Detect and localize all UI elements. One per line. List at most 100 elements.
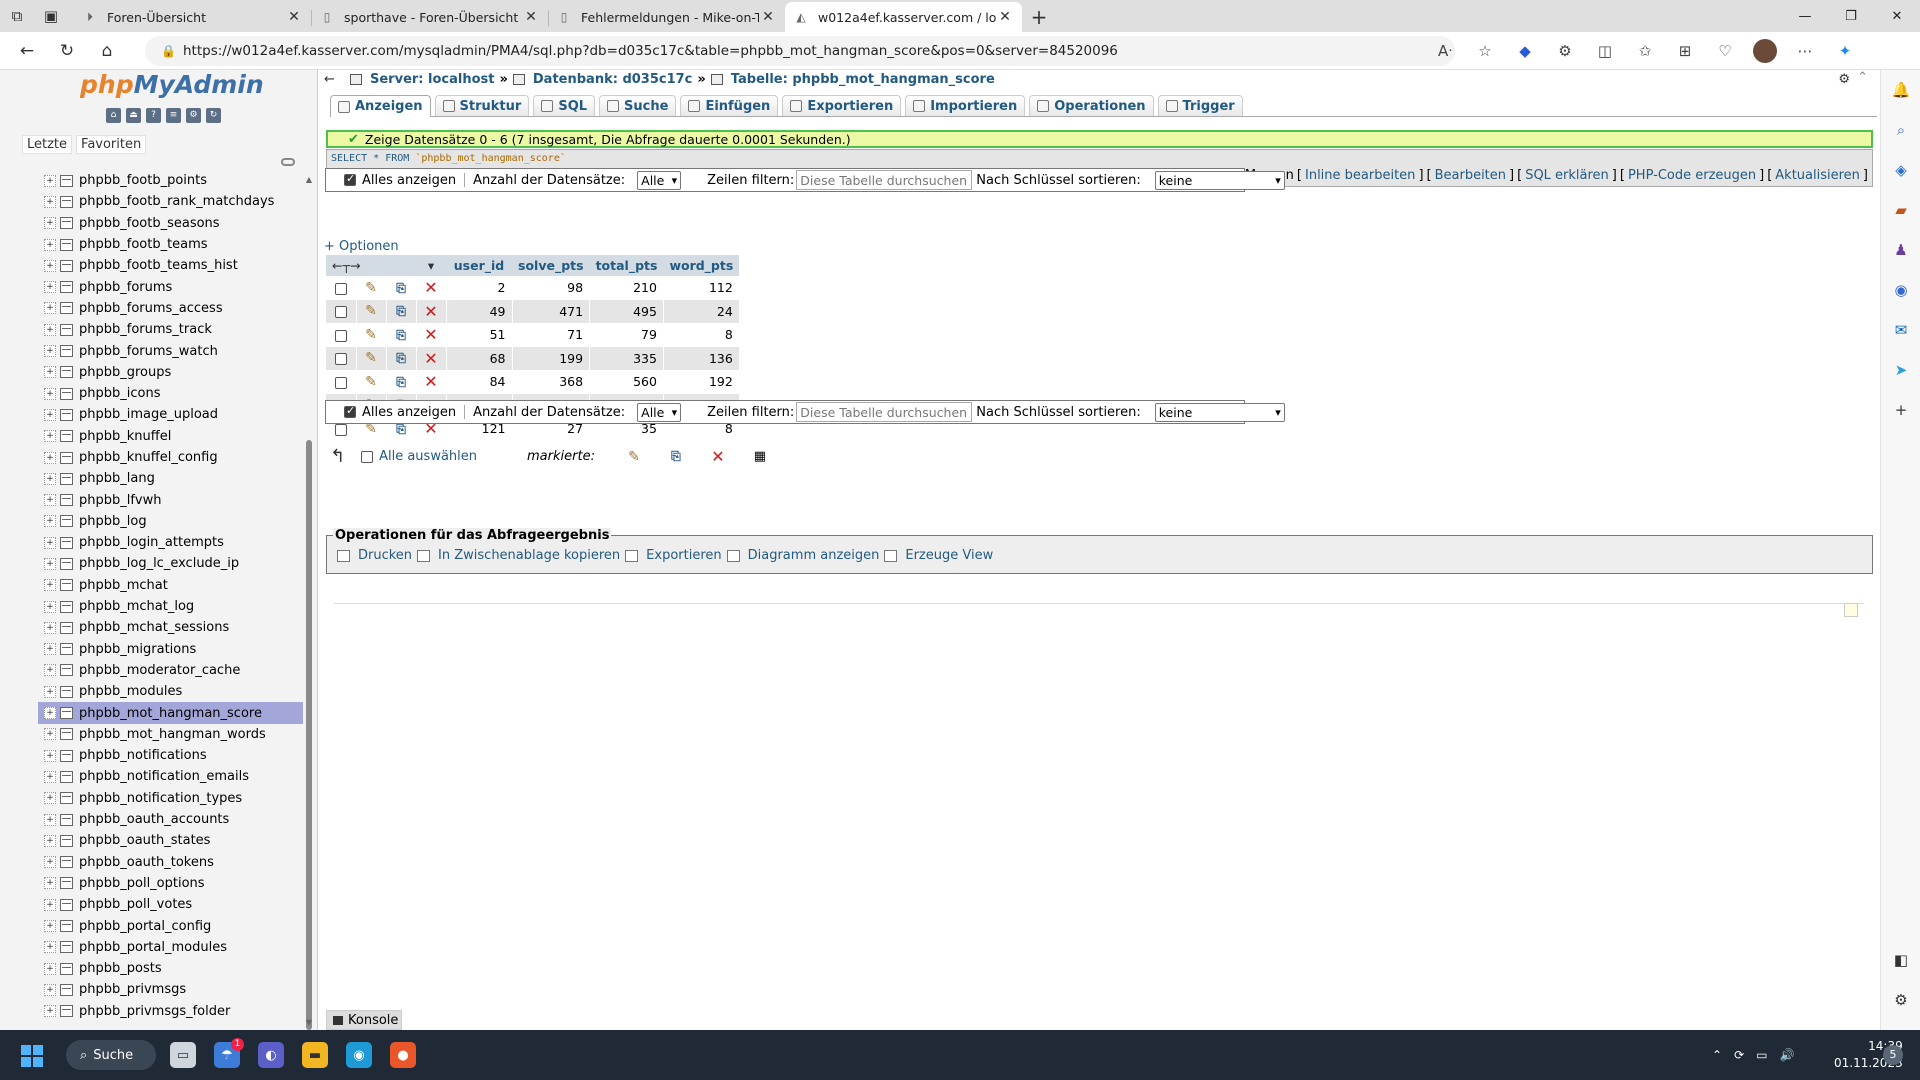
select-all-checkbox[interactable] xyxy=(361,450,374,463)
table-icon[interactable] xyxy=(60,962,73,975)
notification-count[interactable]: 5 xyxy=(1883,1045,1903,1065)
table-cell[interactable]: 49 xyxy=(446,299,513,323)
expand-icon[interactable]: + xyxy=(44,643,56,656)
expand-icon[interactable]: + xyxy=(44,898,56,911)
expand-icon[interactable]: + xyxy=(44,195,56,208)
search-icon[interactable]: ⌕ xyxy=(1881,110,1920,150)
table-icon[interactable] xyxy=(60,707,73,720)
expand-icon[interactable]: + xyxy=(44,664,56,677)
tree-table-item[interactable]: + phpbb_oauth_states xyxy=(38,830,303,851)
windows-start-icon[interactable] xyxy=(21,1045,43,1067)
tree-table-item[interactable]: + phpbb_image_upload xyxy=(38,404,303,425)
browser-tab[interactable]: ▯ Fehlermeldungen - Mike-on-Tou ✕ xyxy=(548,2,785,32)
tree-table-item[interactable]: + phpbb_oauth_accounts xyxy=(38,809,303,830)
table-cell[interactable]: 51 xyxy=(446,323,513,347)
expand-icon[interactable]: + xyxy=(44,707,56,720)
menu-tab[interactable]: Anzeigen xyxy=(330,95,431,117)
sql-query-text[interactable]: SELECT * FROM `phpbb_mot_hangman_score` xyxy=(331,153,566,164)
query-op-link[interactable]: SQL erklären xyxy=(1525,168,1609,183)
export-link[interactable]: Exportieren xyxy=(646,548,721,563)
expand-icon[interactable]: + xyxy=(44,579,56,592)
favorites-icon[interactable]: ✩ xyxy=(1625,32,1665,70)
menu-tab[interactable]: Exportieren xyxy=(782,95,902,116)
table-cell[interactable]: 112 xyxy=(663,276,740,300)
expand-icon[interactable]: + xyxy=(44,792,56,805)
table-icon[interactable] xyxy=(60,983,73,996)
delete-row-icon[interactable]: ✕ xyxy=(424,372,437,391)
breadcrumb-table[interactable]: Tabelle: phpbb_mot_hangman_score xyxy=(731,72,995,87)
tree-table-item[interactable]: + phpbb_notifications xyxy=(38,745,303,766)
expand-icon[interactable]: + xyxy=(44,302,56,315)
tree-table-item[interactable]: + phpbb_forums_access xyxy=(38,298,303,319)
table-icon[interactable] xyxy=(60,941,73,954)
tree-table-item[interactable]: + phpbb_mchat_log xyxy=(38,596,303,617)
table-icon[interactable] xyxy=(60,749,73,762)
tree-table-item[interactable]: + phpbb_moderator_cache xyxy=(38,660,303,681)
table-cell[interactable]: 192 xyxy=(663,370,740,394)
menu-tab[interactable]: Operationen xyxy=(1029,95,1154,116)
copilot-icon[interactable]: ✦ xyxy=(1825,32,1865,70)
table-icon[interactable] xyxy=(60,792,73,805)
expand-icon[interactable]: + xyxy=(44,536,56,549)
tray-overflow-icon[interactable]: ⌃ xyxy=(1712,1048,1722,1062)
tree-table-item[interactable]: + phpbb_lang xyxy=(38,468,303,489)
expand-icon[interactable]: + xyxy=(44,217,56,230)
tree-table-item[interactable]: + phpbb_forums_watch xyxy=(38,340,303,361)
copy-clipboard-link[interactable]: In Zwischenablage kopieren xyxy=(438,548,620,563)
tab-close-icon[interactable]: ✕ xyxy=(285,9,303,25)
table-icon[interactable] xyxy=(60,259,73,272)
expand-icon[interactable]: + xyxy=(44,259,56,272)
sort-select[interactable]: keine xyxy=(1154,170,1285,190)
table-icon[interactable] xyxy=(60,877,73,890)
expand-icon[interactable]: + xyxy=(44,408,56,421)
table-icon[interactable] xyxy=(60,302,73,315)
telegram-icon[interactable]: ➤ xyxy=(1881,350,1920,390)
table-icon[interactable] xyxy=(60,621,73,634)
tree-table-item[interactable]: + phpbb_mchat xyxy=(38,575,303,596)
table-icon[interactable] xyxy=(60,728,73,741)
column-header[interactable]: word_pts xyxy=(663,255,740,276)
table-icon[interactable] xyxy=(60,813,73,826)
menu-tab[interactable]: Trigger xyxy=(1157,95,1243,116)
table-icon[interactable] xyxy=(60,536,73,549)
tree-table-item[interactable]: + phpbb_portal_config xyxy=(38,915,303,936)
row-checkbox[interactable] xyxy=(334,282,347,295)
read-aloud-icon[interactable]: Aᐧ xyxy=(1425,32,1465,70)
copy-marked-icon[interactable]: ⎘ xyxy=(663,449,689,464)
expand-icon[interactable]: + xyxy=(44,366,56,379)
sort-select[interactable]: keine xyxy=(1154,402,1285,422)
tree-table-item[interactable]: + phpbb_footb_seasons xyxy=(38,213,303,234)
table-icon[interactable] xyxy=(60,685,73,698)
home-button[interactable]: ⌂ xyxy=(87,32,127,70)
tree-table-item[interactable]: + phpbb_knuffel_config xyxy=(38,447,303,468)
table-icon[interactable] xyxy=(60,643,73,656)
microsoft-365-icon[interactable]: ◉ xyxy=(1881,270,1920,310)
expand-icon[interactable]: + xyxy=(44,941,56,954)
tree-table-item[interactable]: + phpbb_login_attempts xyxy=(38,532,303,553)
outlook-icon[interactable]: ✉ xyxy=(1881,310,1920,350)
settings-icon[interactable]: ⚙ xyxy=(1881,980,1920,1020)
export-marked-icon[interactable]: ▦ xyxy=(747,449,773,464)
expand-icon[interactable]: + xyxy=(44,728,56,741)
shopping-icon[interactable]: ◈ xyxy=(1881,150,1920,190)
filter-input[interactable]: Diese Tabelle durchsuchen xyxy=(796,170,973,190)
menu-tab[interactable]: Struktur xyxy=(434,95,530,116)
table-icon[interactable] xyxy=(60,770,73,783)
docs-icon[interactable]: ? xyxy=(146,108,161,123)
collapse-top-icon[interactable]: ⌃ xyxy=(1857,70,1868,85)
scroll-thumb[interactable] xyxy=(306,440,312,1030)
table-cell[interactable]: 368 xyxy=(512,370,591,394)
table-icon[interactable] xyxy=(60,366,73,379)
copy-row-icon[interactable]: ⎘ xyxy=(396,351,406,365)
table-icon[interactable] xyxy=(60,174,73,187)
edit-pencil-icon[interactable]: ✎ xyxy=(365,303,377,319)
sync-icon[interactable]: ⟳ xyxy=(1734,1048,1744,1062)
table-cell[interactable]: 136 xyxy=(663,346,740,370)
table-cell[interactable]: 471 xyxy=(512,299,591,323)
tree-table-item[interactable]: + phpbb_posts xyxy=(38,958,303,979)
logout-icon[interactable]: ⏏ xyxy=(126,108,141,123)
expand-icon[interactable]: + xyxy=(44,600,56,613)
tab-close-icon[interactable]: ✕ xyxy=(522,9,540,25)
tree-table-item[interactable]: + phpbb_notification_types xyxy=(38,788,303,809)
tree-table-item[interactable]: + phpbb_poll_options xyxy=(38,873,303,894)
